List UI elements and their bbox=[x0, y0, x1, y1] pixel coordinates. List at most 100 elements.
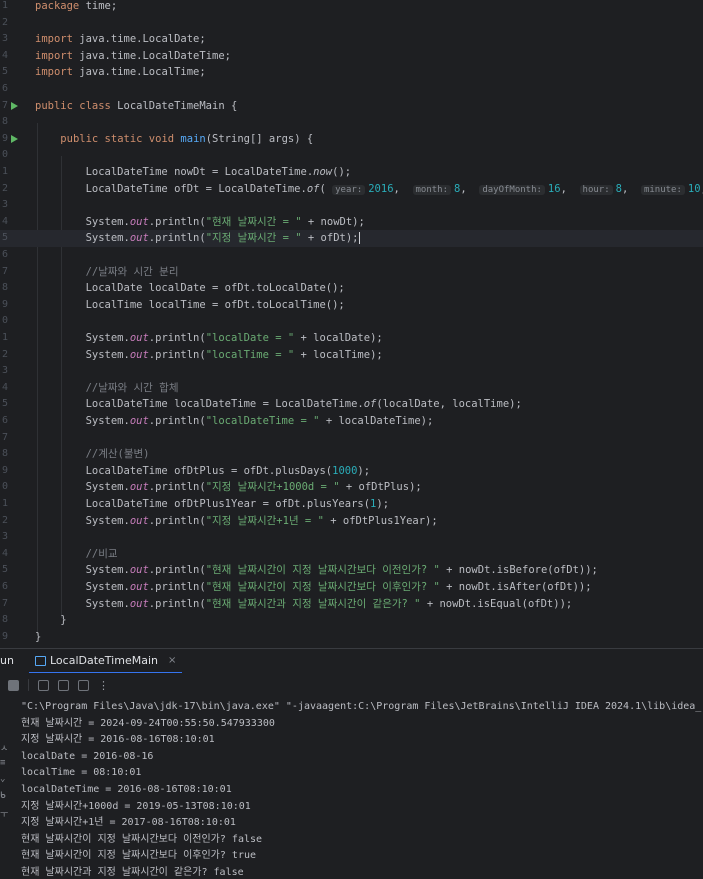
line-number: 3 bbox=[1, 365, 8, 377]
console-output[interactable]: "C:\Program Files\Java\jdk-17\bin\java.e… bbox=[0, 697, 703, 879]
line-number: 3 bbox=[1, 199, 8, 211]
code-token: + localTime); bbox=[294, 348, 383, 361]
code-line[interactable]: 0 System.out.println("지정 날짜시간+1000d = " … bbox=[0, 479, 703, 496]
side-tool-icon[interactable]: ⌄ bbox=[0, 774, 8, 784]
code-text: System.out.println("현재 날짜시간 = " + nowDt)… bbox=[35, 214, 365, 231]
code-token: (localDate, localTime); bbox=[376, 398, 522, 411]
code-token: import bbox=[35, 66, 73, 79]
code-text: public static void main(String[] args) { bbox=[35, 131, 313, 148]
code-line[interactable]: 7 //날짜와 시간 분리 bbox=[0, 264, 703, 281]
code-line[interactable]: 4 //비교 bbox=[0, 546, 703, 563]
code-token: .println( bbox=[148, 597, 206, 610]
code-token: of bbox=[306, 182, 320, 195]
code-line[interactable]: 2 LocalDateTime ofDt = LocalDateTime.of(… bbox=[0, 181, 703, 198]
code-line[interactable]: 9} bbox=[0, 629, 703, 646]
side-tool-icon[interactable]: ㅅ bbox=[0, 741, 8, 754]
code-token: System. bbox=[35, 332, 130, 344]
code-line[interactable]: 6 bbox=[0, 81, 703, 98]
code-line[interactable]: 0 bbox=[0, 313, 703, 330]
line-number: 7 bbox=[1, 99, 8, 111]
code-line[interactable]: 2 bbox=[0, 15, 703, 32]
code-token: import bbox=[35, 49, 73, 62]
code-line[interactable]: 1 LocalDateTime nowDt = LocalDateTime.no… bbox=[0, 164, 703, 181]
restore-layout-icon[interactable] bbox=[58, 679, 69, 691]
more-options-icon[interactable]: ⋮ bbox=[98, 680, 109, 691]
code-token: (); bbox=[332, 166, 352, 178]
code-line[interactable]: 1 LocalDateTime ofDtPlus1Year = ofDt.plu… bbox=[0, 496, 703, 513]
console-line: 지정 날짜시간+1000d = 2019-05-13T08:10:01 bbox=[21, 800, 251, 812]
code-token: java.time.LocalTime; bbox=[72, 66, 206, 79]
code-token: .println( bbox=[148, 581, 206, 593]
code-token: + nowDt); bbox=[301, 215, 365, 228]
code-token: out bbox=[129, 232, 149, 245]
text-caret bbox=[358, 232, 360, 245]
code-line[interactable]: 4 //날짜와 시간 합체 bbox=[0, 380, 703, 397]
side-tool-icon[interactable]: ㅜ bbox=[0, 807, 8, 820]
code-line[interactable]: 2 System.out.println("localTime = " + lo… bbox=[0, 347, 703, 364]
camera-icon[interactable] bbox=[38, 679, 49, 691]
code-token: public static void bbox=[60, 132, 175, 145]
code-line[interactable]: 8 bbox=[0, 114, 703, 131]
code-line[interactable]: 3 bbox=[0, 363, 703, 380]
run-gutter-icon[interactable] bbox=[11, 101, 18, 110]
code-line[interactable]: 6 bbox=[0, 247, 703, 264]
code-line[interactable]: 8 //계산(불변) bbox=[0, 446, 703, 463]
code-token: } bbox=[35, 630, 42, 643]
close-tab-icon[interactable]: × bbox=[168, 655, 176, 666]
console-line: localTime = 08:10:01 bbox=[21, 767, 142, 779]
line-number: 4 bbox=[1, 381, 8, 393]
code-token: 10 bbox=[687, 182, 701, 195]
code-line[interactable]: 8 } bbox=[0, 612, 703, 629]
code-line[interactable]: 3 import java.time.LocalDate; bbox=[0, 31, 703, 48]
param-hint: year: bbox=[332, 184, 366, 195]
code-token: import bbox=[35, 33, 73, 46]
code-line[interactable]: 4 import java.time.LocalDateTime; bbox=[0, 48, 703, 65]
code-token: System. bbox=[35, 514, 130, 527]
code-line[interactable]: 8 LocalDate localDate = ofDt.toLocalDate… bbox=[0, 280, 703, 297]
code-line[interactable]: 9 LocalTime localTime = ofDt.toLocalTime… bbox=[0, 297, 703, 314]
run-gutter-icon[interactable] bbox=[11, 134, 18, 143]
code-line[interactable]: 5 import java.time.LocalTime; bbox=[0, 64, 703, 81]
code-editor[interactable]: 1 package time; 2 3 import java.time.LocalDa… bbox=[0, 0, 703, 648]
code-line[interactable]: 7 public class LocalDateTimeMain { bbox=[0, 98, 703, 115]
code-line[interactable]: 1 System.out.println("localDate = " + lo… bbox=[0, 330, 703, 347]
code-line[interactable]: 2 System.out.println("지정 날짜시간+1년 = " + o… bbox=[0, 513, 703, 530]
code-line[interactable]: 4 System.out.println("현재 날짜시간 = " + nowD… bbox=[0, 214, 703, 231]
code-token: System. bbox=[35, 348, 130, 361]
run-config-icon bbox=[35, 655, 46, 666]
line-number: 3 bbox=[1, 33, 8, 45]
side-tool-icon[interactable]: ≡ bbox=[0, 758, 8, 768]
code-token: package bbox=[35, 0, 80, 12]
code-line[interactable]: 3 bbox=[0, 197, 703, 214]
code-line[interactable]: 9 LocalDateTime ofDtPlus = ofDt.plusDays… bbox=[0, 463, 703, 480]
code-line[interactable]: 6 System.out.println("현재 날짜시간이 지정 날짜시간보다… bbox=[0, 579, 703, 596]
code-line[interactable]: 5 System.out.println("지정 날짜시간 = " + ofDt… bbox=[0, 230, 703, 247]
code-line[interactable]: 0 bbox=[0, 147, 703, 164]
line-number: 1 bbox=[1, 0, 8, 11]
code-token: LocalDateTime ofDtPlus = ofDt.plusDays( bbox=[35, 464, 333, 477]
tab-local-date-time-main[interactable]: LocalDateTimeMain × bbox=[29, 649, 183, 674]
line-number: 5 bbox=[1, 232, 8, 244]
code-token: LocalDate localDate = ofDt.toLocalDate()… bbox=[35, 282, 345, 295]
code-line[interactable]: 3 bbox=[0, 529, 703, 546]
code-line[interactable]: 5 System.out.println("현재 날짜시간이 지정 날짜시간보다… bbox=[0, 562, 703, 579]
console-line: 지정 날짜시간+1년 = 2017-08-16T08:10:01 bbox=[21, 817, 236, 829]
code-token: "현재 날짜시간 = " bbox=[205, 215, 302, 228]
console-line: 현재 날짜시간 = 2024-09-24T00:55:50.547933300 bbox=[21, 717, 275, 729]
code-token: out bbox=[129, 332, 149, 344]
run-panel-label[interactable]: un bbox=[0, 654, 14, 667]
code-line[interactable]: 7 bbox=[0, 430, 703, 447]
code-token: System. bbox=[35, 232, 130, 245]
code-line[interactable]: 5 LocalDateTime localDateTime = LocalDat… bbox=[0, 396, 703, 413]
code-line[interactable]: 1 package time; bbox=[0, 0, 703, 15]
code-token: .println( bbox=[148, 332, 206, 344]
code-line[interactable]: 7 System.out.println("현재 날짜시간과 지정 날짜시간이 … bbox=[0, 596, 703, 613]
side-tool-icon[interactable]: ᑲ bbox=[0, 791, 8, 801]
stop-icon[interactable] bbox=[8, 679, 19, 691]
code-line[interactable]: 6 System.out.println("localDateTime = " … bbox=[0, 413, 703, 430]
line-number: 5 bbox=[1, 564, 8, 576]
code-text: //계산(불변) bbox=[35, 446, 150, 463]
code-line[interactable]: 9 public static void main(String[] args)… bbox=[0, 131, 703, 148]
code-text: LocalDateTime localDateTime = LocalDateT… bbox=[35, 396, 522, 413]
exit-icon[interactable] bbox=[78, 679, 89, 691]
